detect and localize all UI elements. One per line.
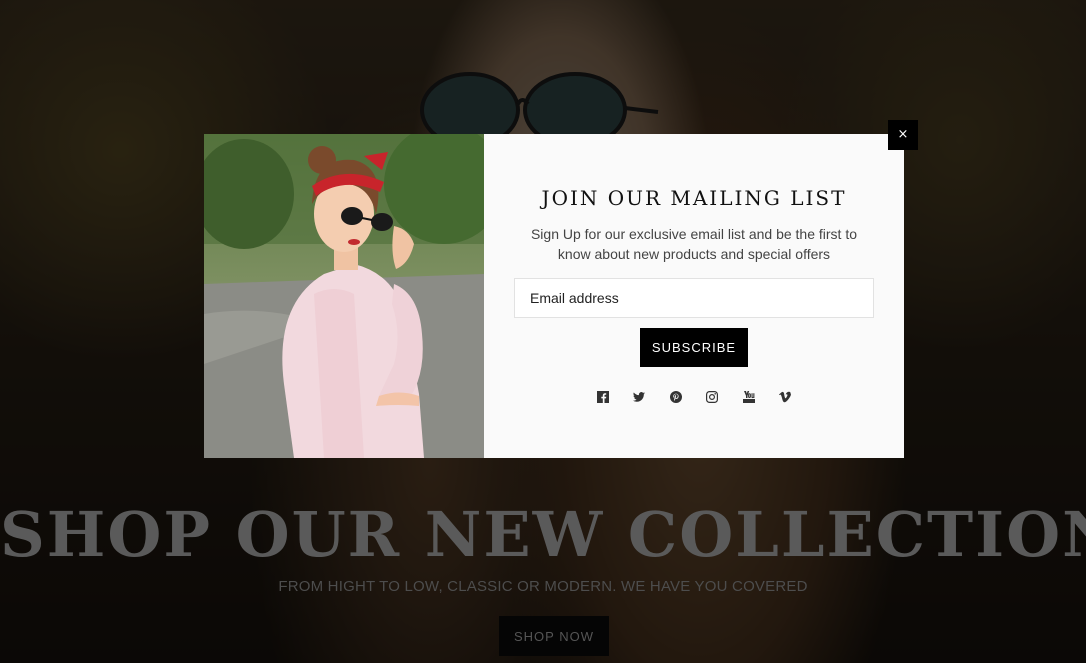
- popup-title: JOIN OUR MAILING LIST: [541, 186, 847, 210]
- shop-now-button[interactable]: SHOP NOW: [499, 616, 609, 656]
- popup-content: JOIN OUR MAILING LIST Sign Up for our ex…: [484, 134, 904, 458]
- youtube-icon[interactable]: [740, 388, 758, 406]
- instagram-icon[interactable]: [703, 388, 721, 406]
- facebook-icon[interactable]: [594, 388, 612, 406]
- social-links: [594, 388, 794, 406]
- email-input[interactable]: [514, 278, 874, 318]
- vimeo-icon[interactable]: [776, 388, 794, 406]
- close-popup-button[interactable]: ×: [888, 120, 918, 150]
- twitter-icon[interactable]: [630, 388, 648, 406]
- hero-title: SHOP OUR NEW COLLECTION: [0, 498, 1086, 571]
- pinterest-icon[interactable]: [667, 388, 685, 406]
- popup-description: Sign Up for our exclusive email list and…: [530, 226, 858, 262]
- hero-subtitle: FROM HIGHT TO LOW, CLASSIC OR MODERN. WE…: [278, 578, 808, 595]
- newsletter-popup: JOIN OUR MAILING LIST Sign Up for our ex…: [204, 134, 904, 458]
- subscribe-button[interactable]: SUBSCRIBE: [640, 328, 748, 367]
- popup-model-image: [204, 134, 484, 458]
